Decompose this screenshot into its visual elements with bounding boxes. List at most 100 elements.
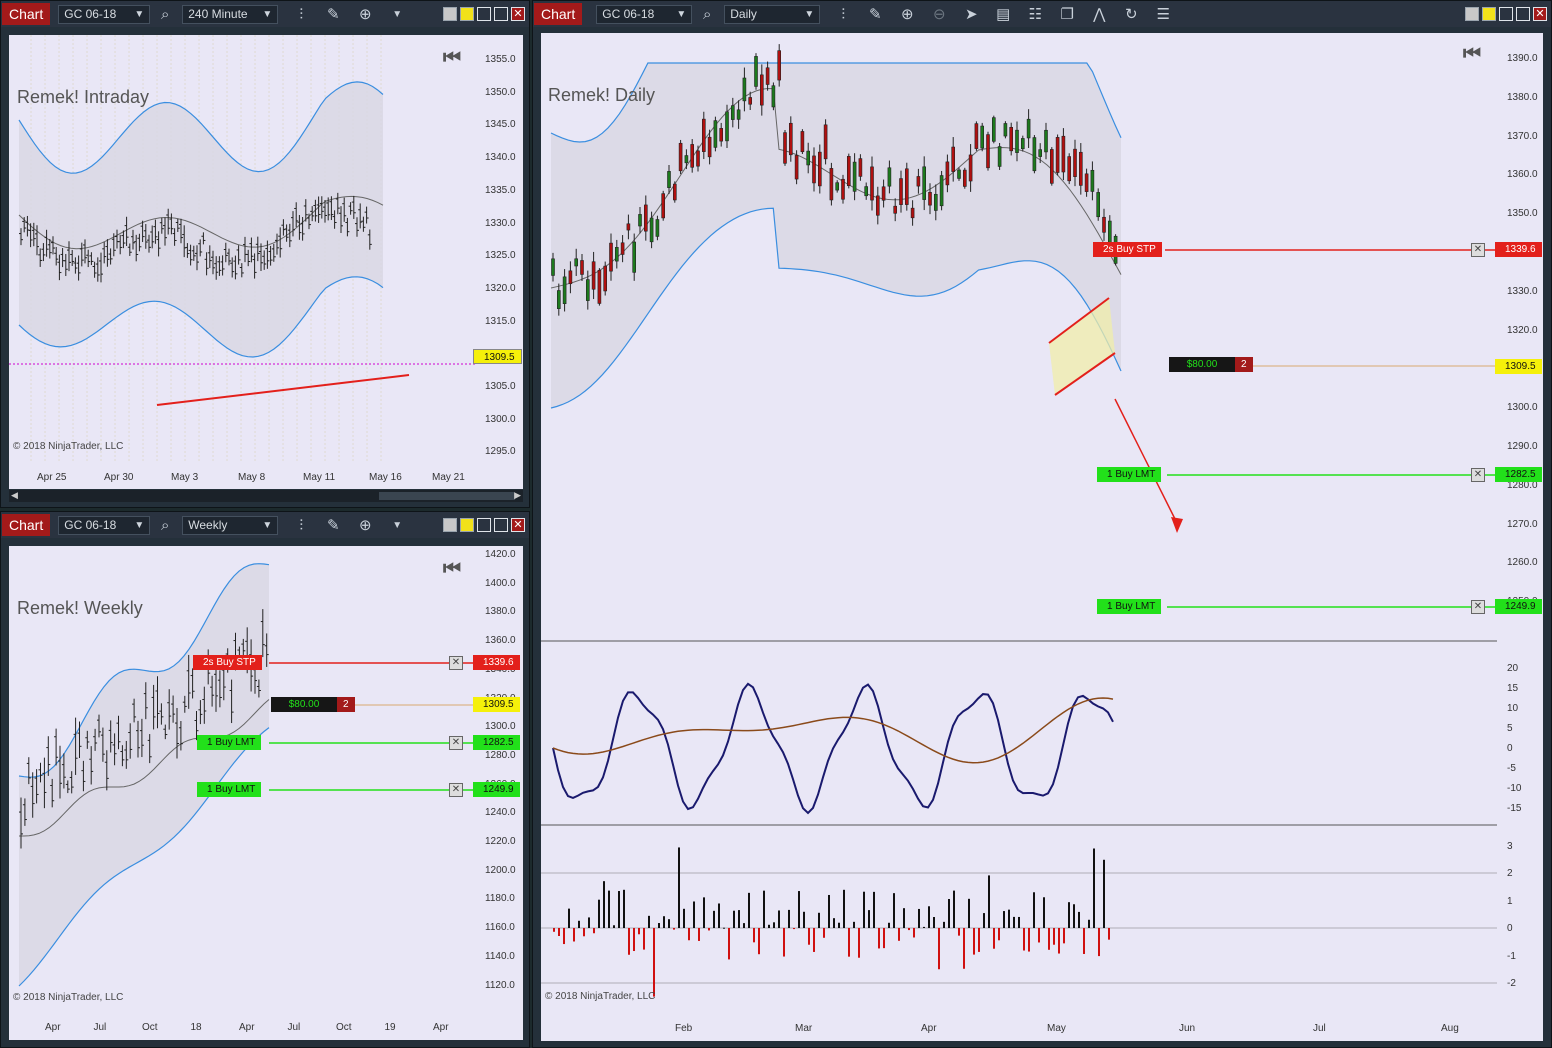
interval-selector[interactable]: Daily ▼: [724, 4, 821, 24]
instrument-selector[interactable]: GC 06-18 ▼: [58, 515, 151, 535]
cancel-order-icon[interactable]: ✕: [449, 656, 463, 670]
pencil-icon[interactable]: ✎: [324, 516, 342, 534]
y-tick-label: 1420.0: [485, 549, 516, 560]
candle-body: [1020, 138, 1025, 150]
limit-order-label-2[interactable]: 1 Buy LMT: [197, 782, 262, 797]
y-tick-label: 1330.0: [1507, 285, 1538, 297]
maximize-icon[interactable]: [494, 7, 508, 21]
interval-selector[interactable]: Weekly ▼: [182, 515, 279, 535]
instrument-selector[interactable]: GC 06-18 ▼: [596, 4, 693, 24]
histogram-bar: [968, 898, 970, 928]
scroll-left-icon[interactable]: ◀: [11, 490, 18, 501]
minimize-icon[interactable]: [1499, 7, 1513, 21]
y-tick-label: 1360.0: [1507, 169, 1538, 181]
cancel-order-icon[interactable]: ✕: [1471, 600, 1485, 614]
scroll-start-icon[interactable]: ⏮: [1463, 43, 1481, 66]
search-icon[interactable]: ⌕: [156, 6, 174, 23]
histogram-bar: [838, 922, 840, 928]
pencil-icon[interactable]: ✎: [324, 5, 342, 23]
limit-order-label-1[interactable]: 1 Buy LMT: [1097, 467, 1162, 482]
bar-style-icon[interactable]: ⫶: [292, 6, 310, 23]
histogram-bar: [793, 928, 795, 930]
bar-style-icon[interactable]: ⫶: [292, 517, 310, 534]
chart-menu-button[interactable]: Chart: [2, 514, 51, 536]
horizontal-scrollbar[interactable]: ◀ ▶: [9, 490, 523, 502]
position-qty[interactable]: 2: [337, 697, 355, 712]
scroll-start-icon[interactable]: ⏮: [443, 47, 461, 70]
list-icon[interactable]: ☰: [1154, 5, 1172, 23]
more-chevron-icon[interactable]: ▼: [388, 9, 406, 20]
pencil-icon[interactable]: ✎: [866, 5, 884, 23]
grey-color-icon[interactable]: [1465, 7, 1479, 21]
position-pnl[interactable]: $80.00: [271, 697, 337, 712]
limit-order-label-2[interactable]: 1 Buy LMT: [1097, 599, 1162, 614]
daily-plot[interactable]: Remek! Daily © 2018 NinjaTrader, LLC ⏮: [541, 33, 1543, 1023]
cancel-order-icon[interactable]: ✕: [449, 736, 463, 750]
x-tick-label: Apr: [433, 1022, 449, 1033]
intraday-plot[interactable]: Remek! Intraday © 2018 NinjaTrader, LLC …: [9, 35, 477, 461]
grey-color-icon[interactable]: [443, 7, 457, 21]
histogram-bar: [1088, 919, 1090, 928]
grey-color-icon[interactable]: [443, 518, 457, 532]
bar-style-icon[interactable]: ⫶: [834, 6, 852, 23]
candle-body: [968, 154, 973, 182]
x-tick-label: May 16: [369, 472, 402, 483]
histogram-bar: [673, 928, 675, 930]
histogram-bar: [1048, 928, 1050, 950]
weekly-plot[interactable]: Remek! Weekly © 2018 NinjaTrader, LLC ⏮: [9, 546, 477, 1012]
close-icon[interactable]: ✕: [511, 518, 525, 532]
position-pnl[interactable]: $80.00: [1169, 357, 1235, 372]
candle-body: [875, 195, 880, 216]
scroll-right-icon[interactable]: ▶: [514, 490, 521, 501]
histogram-bar: [943, 921, 945, 928]
y-tick-label: 1330.0: [485, 217, 516, 229]
pointer-icon[interactable]: ➤: [962, 5, 980, 23]
chart-menu-button[interactable]: Chart: [2, 3, 51, 25]
more-chevron-icon[interactable]: ▼: [388, 520, 406, 531]
chart-menu-button[interactable]: Chart: [534, 3, 583, 25]
histogram-bar: [633, 928, 635, 952]
templates-icon[interactable]: ❐: [1058, 5, 1076, 23]
zoom-icon[interactable]: ⊕: [356, 516, 374, 534]
data-box-icon[interactable]: ▤: [994, 5, 1012, 23]
candle-body: [800, 131, 805, 153]
osc-tick-label: 10: [1507, 703, 1519, 714]
yellow-link-icon[interactable]: [460, 518, 474, 532]
refresh-icon[interactable]: ↻: [1122, 5, 1140, 23]
histogram-bar: [788, 909, 790, 928]
histogram-bar: [573, 928, 575, 942]
stop-order-label[interactable]: 2s Buy STP: [1093, 242, 1162, 257]
properties-icon[interactable]: ☷: [1026, 5, 1044, 23]
zoom-out-icon[interactable]: ⊖: [930, 5, 948, 23]
strategies-icon[interactable]: ⋀: [1090, 5, 1108, 23]
zoom-in-icon[interactable]: ⊕: [898, 5, 916, 23]
cancel-order-icon[interactable]: ✕: [1471, 243, 1485, 257]
close-icon[interactable]: ✕: [511, 7, 525, 21]
scrollbar-thumb[interactable]: [379, 492, 515, 500]
limit-order-label-1[interactable]: 1 Buy LMT: [197, 735, 262, 750]
maximize-icon[interactable]: [494, 518, 508, 532]
close-icon[interactable]: ✕: [1533, 7, 1547, 21]
histogram-bar: [733, 910, 735, 928]
instrument-selector[interactable]: GC 06-18 ▼: [58, 4, 151, 24]
stop-order-label[interactable]: 2s Buy STP: [193, 655, 262, 670]
yellow-link-icon[interactable]: [460, 7, 474, 21]
candle-body: [1026, 118, 1031, 139]
search-icon[interactable]: ⌕: [698, 6, 716, 23]
search-icon[interactable]: ⌕: [156, 517, 174, 534]
scroll-start-icon[interactable]: ⏮: [443, 558, 461, 581]
interval-selector[interactable]: 240 Minute ▼: [182, 4, 279, 24]
zoom-icon[interactable]: ⊕: [356, 5, 374, 23]
candle-body: [771, 85, 776, 108]
histogram-bar: [678, 847, 680, 928]
minimize-icon[interactable]: [477, 518, 491, 532]
yellow-link-icon[interactable]: [1482, 7, 1496, 21]
histogram-bar: [963, 928, 965, 969]
cancel-order-icon[interactable]: ✕: [449, 783, 463, 797]
cancel-order-icon[interactable]: ✕: [1471, 468, 1485, 482]
position-qty[interactable]: 2: [1235, 357, 1253, 372]
histogram-bar: [618, 891, 620, 928]
x-tick-label: Oct: [142, 1022, 158, 1033]
maximize-icon[interactable]: [1516, 7, 1530, 21]
minimize-icon[interactable]: [477, 7, 491, 21]
